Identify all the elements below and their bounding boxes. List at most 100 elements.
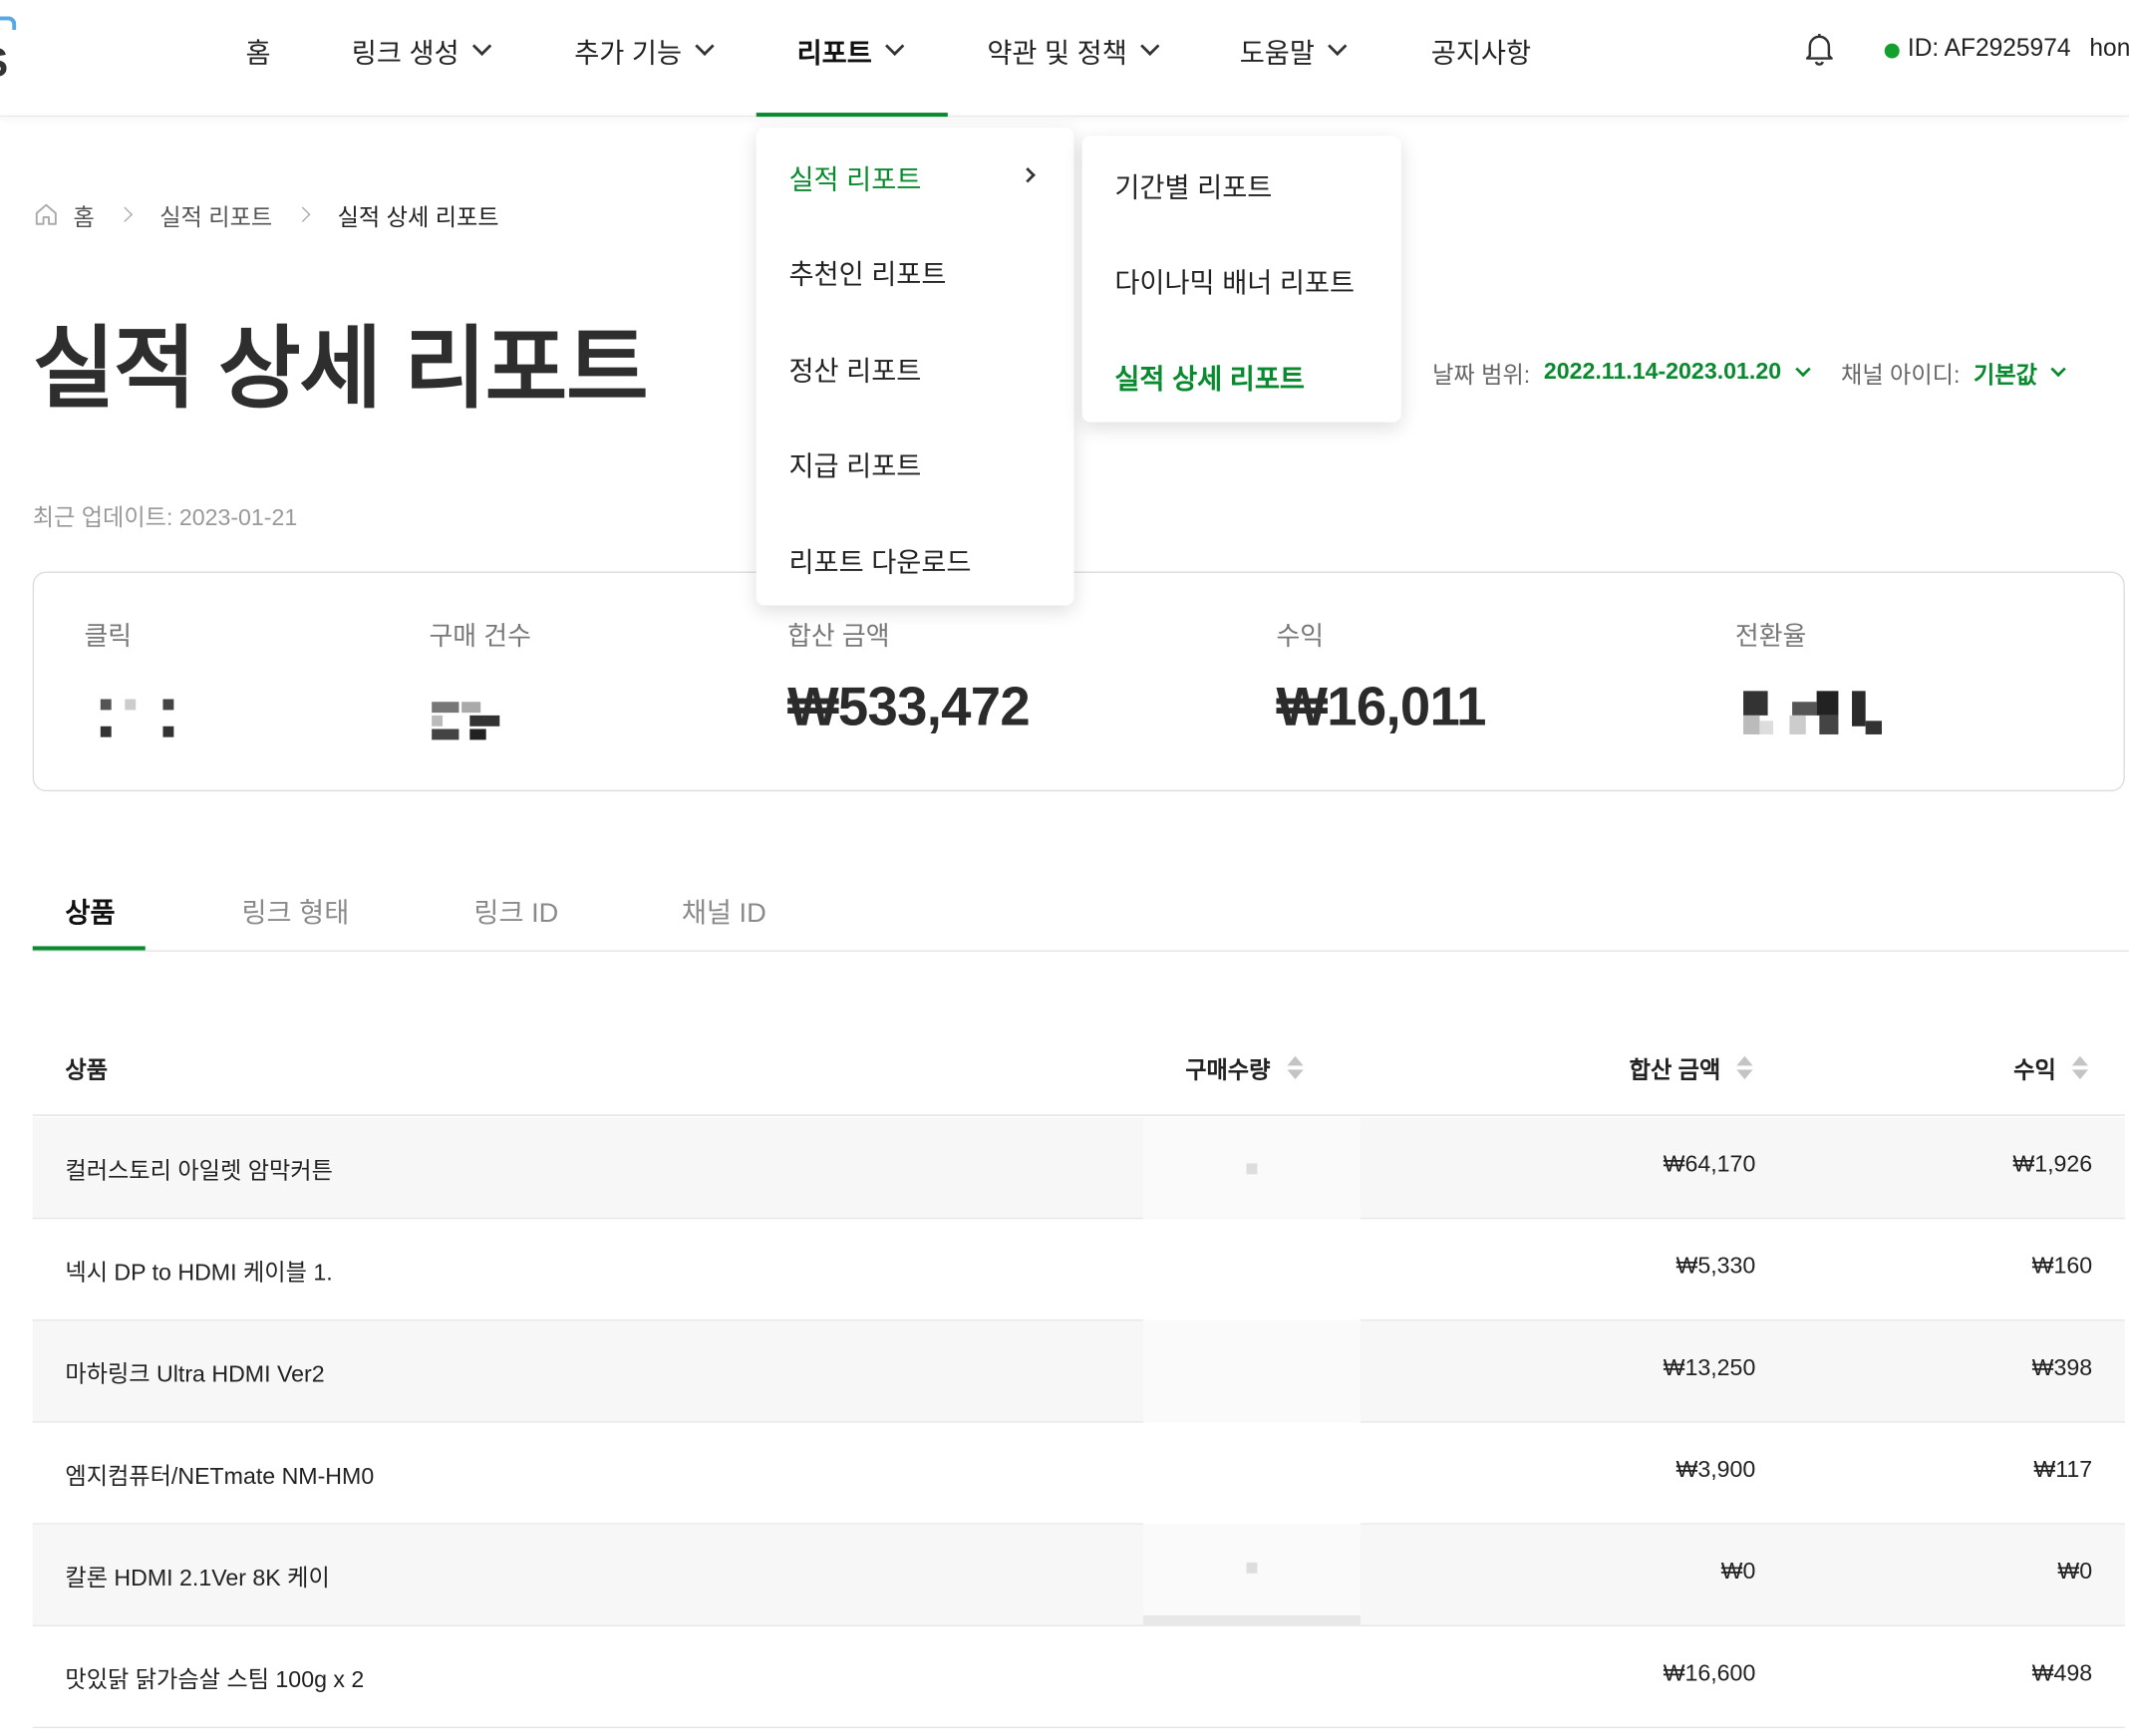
channel-id-select[interactable]: 기본값 <box>1974 355 2037 389</box>
nav-extra-features[interactable]: 추가 기능 <box>574 30 715 71</box>
column-header-quantity-label: 구매수량 <box>1185 1057 1271 1084</box>
tab-product[interactable]: 상품 <box>65 891 115 931</box>
metric-total-amount-label: 합산 금액 <box>787 623 890 652</box>
breadcrumb-performance-report[interactable]: 실적 리포트 <box>159 197 272 231</box>
chevron-down-icon <box>472 36 492 56</box>
sort-icon[interactable] <box>1736 1055 1754 1079</box>
menu-item-payment-report[interactable]: 지급 리포트 <box>788 443 921 483</box>
table-row[interactable]: 맛있닭 닭가슴살 스팀 100g x 2 ₩16,600 ₩498 <box>32 1626 2125 1729</box>
chevron-down-icon[interactable] <box>1795 361 1811 377</box>
page: S 홈 링크 생성 추가 기능 리포트 약관 및 정책 도움말 공지사항 <box>0 0 2129 1736</box>
cell-quantity-redacted <box>1142 1320 1361 1423</box>
tab-link-type[interactable]: 링크 형태 <box>241 891 349 931</box>
menu-item-settlement-report[interactable]: 정산 리포트 <box>788 349 921 389</box>
cell-product: 칼론 HDMI 2.1Ver 8K 케이 <box>65 1565 330 1591</box>
cell-quantity-redacted <box>1142 1117 1361 1220</box>
nav-home-label: 홈 <box>245 38 271 69</box>
metric-purchases: 구매 건수 <box>429 616 531 744</box>
chevron-down-icon <box>1140 36 1160 56</box>
table-row[interactable]: 마하링크 Ultra HDMI Ver2 ₩13,250 ₩398 <box>32 1320 2125 1423</box>
metric-total-amount-value: ₩533,472 <box>787 677 1031 737</box>
cell-total-amount: ₩3,900 <box>1675 1456 1756 1483</box>
cell-product: 맛있닭 닭가슴살 스팀 100g x 2 <box>65 1666 365 1693</box>
table-row[interactable]: 엠지컴퓨터/NETmate NM-HM0 ₩3,900 ₩117 <box>32 1422 2125 1525</box>
submenu-item-performance-detail-report[interactable]: 실적 상세 리포트 <box>1114 357 1305 397</box>
top-navigation: S 홈 링크 생성 추가 기능 리포트 약관 및 정책 도움말 공지사항 <box>0 0 2129 118</box>
cell-total-amount: ₩5,330 <box>1675 1253 1756 1280</box>
menu-item-report-download[interactable]: 리포트 다운로드 <box>788 540 971 580</box>
cell-revenue: ₩498 <box>2031 1659 2093 1686</box>
metric-revenue-label: 수익 <box>1276 623 1325 652</box>
cell-revenue: ₩398 <box>2031 1354 2093 1381</box>
cell-quantity-redacted <box>1142 1422 1361 1525</box>
breadcrumb-current: 실적 상세 리포트 <box>337 204 499 230</box>
metric-conversion-value-redacted <box>1735 691 1883 744</box>
cell-total-amount: ₩16,600 <box>1663 1659 1756 1686</box>
user-id: ID: AF2925974 <box>1907 34 2071 62</box>
logo[interactable]: S <box>0 16 17 84</box>
nav-terms-policy[interactable]: 약관 및 정책 <box>987 30 1160 71</box>
nav-help-label: 도움말 <box>1239 38 1315 69</box>
column-header-total-amount[interactable]: 합산 금액 <box>1629 1050 1754 1084</box>
nav-report[interactable]: 리포트 <box>796 30 905 71</box>
column-header-quantity[interactable]: 구매수량 <box>1185 1050 1304 1084</box>
nav-link-create[interactable]: 링크 생성 <box>351 30 492 71</box>
nav-notice[interactable]: 공지사항 <box>1431 30 1531 71</box>
cell-product: 넥시 DP to HDMI 케이블 1. <box>65 1260 333 1287</box>
summary-card: 클릭 구매 건수 합산 금액 ₩533,472 수익 ₩16,011 전환율 <box>32 571 2125 792</box>
breadcrumb: 홈 실적 리포트 실적 상세 리포트 <box>33 198 499 231</box>
user-name[interactable]: hon <box>2089 34 2129 63</box>
sort-icon[interactable] <box>1286 1055 1304 1079</box>
report-dropdown-menu: 실적 리포트 추천인 리포트 정산 리포트 지급 리포트 리포트 다운로드 <box>756 128 1074 606</box>
menu-item-performance-report[interactable]: 실적 리포트 <box>788 157 921 197</box>
chevron-down-icon <box>885 36 905 56</box>
submenu-item-dynamic-banner-report[interactable]: 다이나믹 배너 리포트 <box>1114 261 1355 301</box>
bell-icon[interactable] <box>1800 30 1838 68</box>
tab-link-id[interactable]: 링크 ID <box>473 891 558 931</box>
column-header-product: 상품 <box>65 1050 108 1084</box>
column-header-total-amount-label: 합산 금액 <box>1629 1057 1721 1084</box>
performance-report-submenu: 기간별 리포트 다이나믹 배너 리포트 실적 상세 리포트 <box>1081 136 1401 423</box>
chevron-down-icon[interactable] <box>2051 361 2067 377</box>
breadcrumb-home[interactable]: 홈 <box>74 197 95 231</box>
nav-report-label: 리포트 <box>796 38 872 69</box>
metric-purchases-value-redacted <box>429 691 530 744</box>
metric-total-amount: 합산 금액 ₩533,472 <box>787 616 1031 738</box>
chevron-right-icon <box>117 206 133 222</box>
home-icon[interactable] <box>33 201 60 228</box>
metric-clicks: 클릭 <box>84 616 174 744</box>
sort-icon[interactable] <box>2072 1055 2089 1079</box>
chevron-down-icon <box>1328 36 1348 56</box>
metric-revenue-value: ₩16,011 <box>1276 677 1486 737</box>
nav-active-indicator <box>756 113 948 118</box>
chevron-right-icon <box>1020 167 1036 183</box>
date-range-select[interactable]: 2022.11.14-2023.01.20 <box>1544 359 1781 386</box>
metric-clicks-label: 클릭 <box>84 623 133 652</box>
nav-notice-label: 공지사항 <box>1430 38 1532 69</box>
table-row[interactable]: 넥시 DP to HDMI 케이블 1. ₩5,330 ₩160 <box>32 1219 2125 1321</box>
last-updated: 최근 업데이트: 2023-01-21 <box>32 504 298 531</box>
cell-quantity-redacted <box>1142 1219 1361 1321</box>
nav-help[interactable]: 도움말 <box>1239 30 1348 71</box>
metric-conversion: 전환율 <box>1735 616 1883 744</box>
column-header-revenue-label: 수익 <box>2013 1057 2056 1084</box>
page-title: 실적 상세 리포트 <box>32 317 649 419</box>
cell-revenue: ₩160 <box>2031 1253 2093 1280</box>
nav-extra-features-label: 추가 기능 <box>574 38 683 69</box>
cell-total-amount: ₩13,250 <box>1663 1354 1756 1381</box>
column-header-revenue[interactable]: 수익 <box>2013 1050 2089 1084</box>
menu-item-referrer-report[interactable]: 추천인 리포트 <box>788 252 946 292</box>
report-filters: 날짜 범위: 2022.11.14-2023.01.20 채널 아이디: 기본값 <box>1432 355 2067 390</box>
table-row[interactable]: 컬러스토리 아일렛 암막커튼 ₩64,170 ₩1,926 <box>32 1117 2125 1220</box>
nav-link-create-label: 링크 생성 <box>351 38 459 69</box>
cell-total-amount: ₩0 <box>1720 1558 1756 1585</box>
cell-revenue: ₩0 <box>2057 1558 2093 1585</box>
date-range-label: 날짜 범위: <box>1432 362 1531 388</box>
cell-revenue: ₩117 <box>2033 1456 2093 1483</box>
submenu-item-period-report[interactable]: 기간별 리포트 <box>1114 165 1272 205</box>
cell-product: 엠지컴퓨터/NETmate NM-HM0 <box>65 1463 375 1490</box>
tab-channel-id[interactable]: 채널 ID <box>682 891 766 931</box>
nav-home[interactable]: 홈 <box>246 30 271 71</box>
table-row[interactable]: 칼론 HDMI 2.1Ver 8K 케이 ₩0 ₩0 <box>32 1524 2125 1626</box>
chevron-right-icon <box>294 206 310 222</box>
